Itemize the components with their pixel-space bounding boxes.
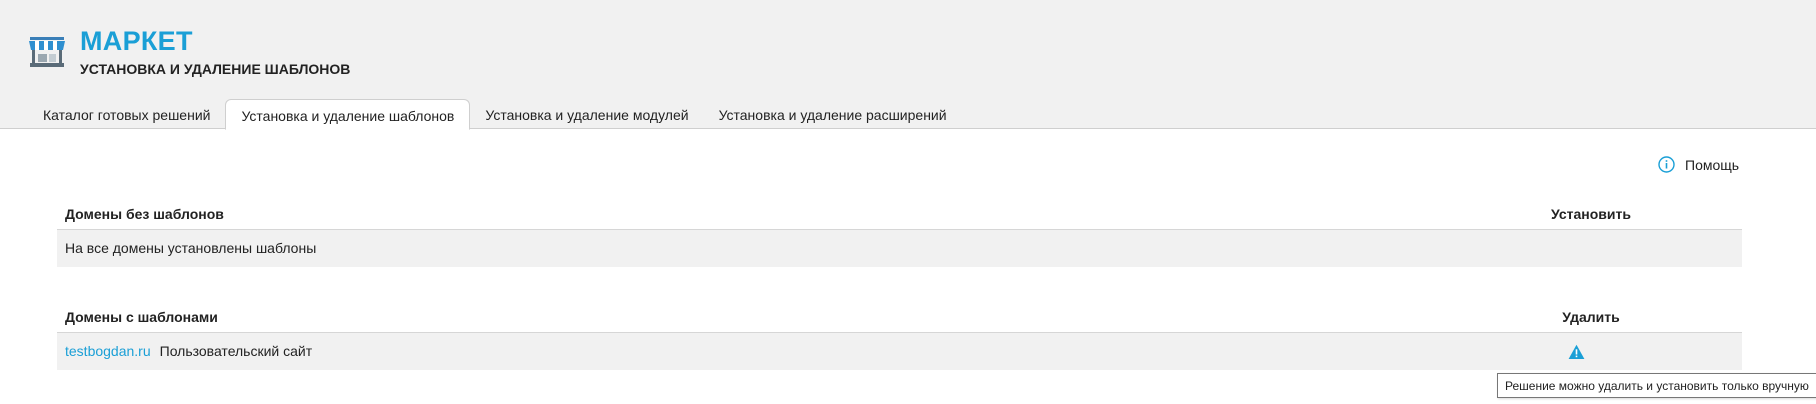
tab-catalog[interactable]: Каталог готовых решений [28, 100, 225, 129]
warning-triangle-icon[interactable] [1568, 344, 1585, 360]
tab-bar: Каталог готовых решений Установка и удал… [28, 99, 962, 130]
header-panel: МАРКЕТ УСТАНОВКА И УДАЛЕНИЕ ШАБЛОНОВ Кат… [0, 0, 1816, 130]
market-stall-icon [29, 37, 65, 67]
page-title: МАРКЕТ [80, 26, 193, 56]
table-header: Домены без шаблонов Установить [57, 198, 1742, 230]
page-subtitle: УСТАНОВКА И УДАЛЕНИЕ ШАБЛОНОВ [80, 61, 351, 77]
table-header: Домены с шаблонами Удалить [57, 301, 1742, 333]
domains-without-templates-table: Домены без шаблонов Установить На все до… [57, 198, 1742, 267]
domains-with-templates-table: Домены с шаблонами Удалить testbogdan.ru… [57, 301, 1742, 370]
help-label: Помощь [1685, 156, 1740, 173]
help-link[interactable]: Помощь [1658, 156, 1739, 173]
tab-extensions[interactable]: Установка и удаление расширений [704, 100, 962, 129]
column-header-install: Установить [1551, 206, 1631, 222]
domain-cell: testbogdan.ru Пользовательский сайт [65, 343, 312, 359]
table-row: testbogdan.ru Пользовательский сайт [57, 333, 1742, 370]
tooltip: Решение можно удалить и установить тольк… [1497, 373, 1816, 398]
template-name: Пользовательский сайт [159, 343, 313, 359]
column-header-domains: Домены без шаблонов [65, 206, 224, 222]
column-header-domains: Домены с шаблонами [65, 309, 218, 325]
column-header-delete: Удалить [1562, 309, 1620, 325]
tab-templates[interactable]: Установка и удаление шаблонов [225, 99, 471, 130]
empty-message: На все домены установлены шаблоны [65, 240, 317, 256]
domain-link[interactable]: testbogdan.ru [65, 343, 151, 359]
info-circle-icon [1658, 156, 1675, 173]
table-row: На все домены установлены шаблоны [57, 230, 1742, 267]
tab-modules[interactable]: Установка и удаление модулей [470, 100, 703, 129]
